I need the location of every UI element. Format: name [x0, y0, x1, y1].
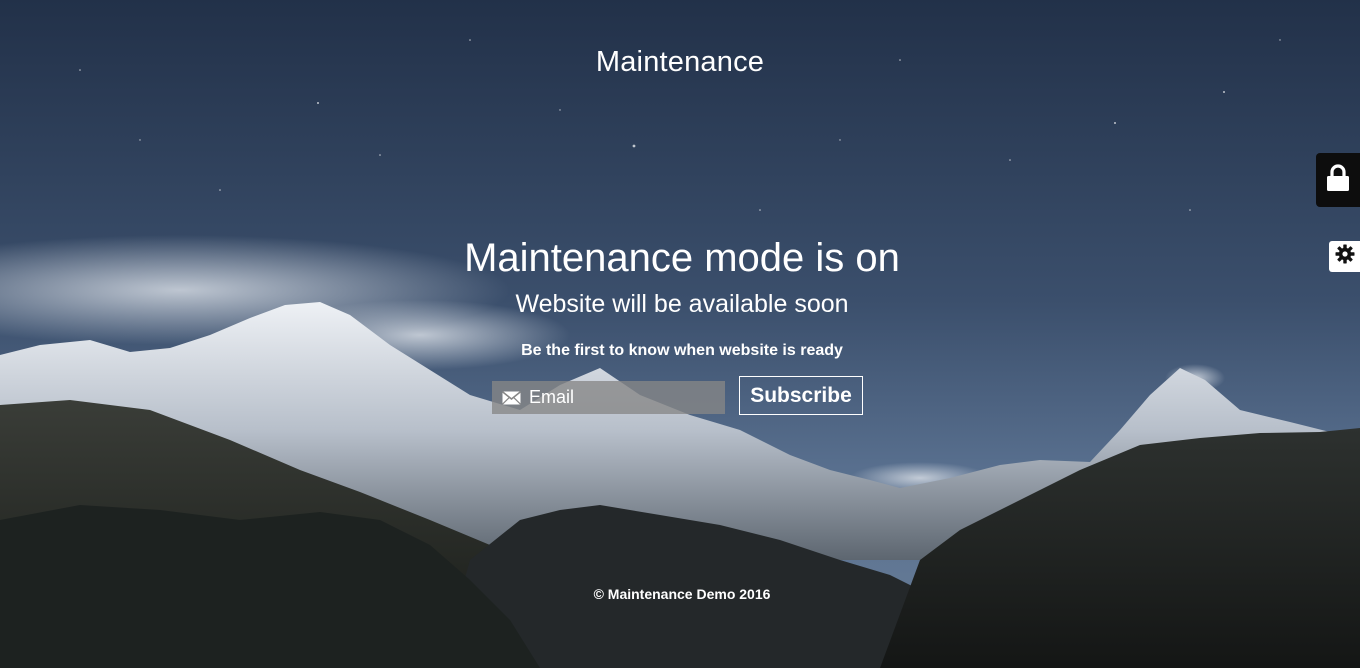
maintenance-heading: Maintenance mode is on: [464, 236, 900, 280]
maintenance-subheading: Website will be available soon: [515, 290, 849, 318]
background-mountain-image: [0, 0, 1360, 668]
lock-icon: [1325, 163, 1351, 197]
footer-copyright: © Maintenance Demo 2016: [593, 586, 771, 602]
notify-text: Be the first to know when website is rea…: [521, 342, 843, 359]
gear-icon: [1335, 244, 1355, 269]
envelope-icon: [502, 390, 522, 406]
subscribe-button[interactable]: Subscribe: [739, 376, 863, 415]
lock-toggle-button[interactable]: [1316, 153, 1360, 207]
settings-button[interactable]: [1329, 241, 1360, 272]
email-input[interactable]: [529, 387, 709, 408]
site-title: Maintenance: [595, 46, 765, 78]
email-field[interactable]: [492, 381, 725, 414]
maintenance-page: Maintenance Maintenance mode is on Websi…: [0, 0, 1360, 668]
